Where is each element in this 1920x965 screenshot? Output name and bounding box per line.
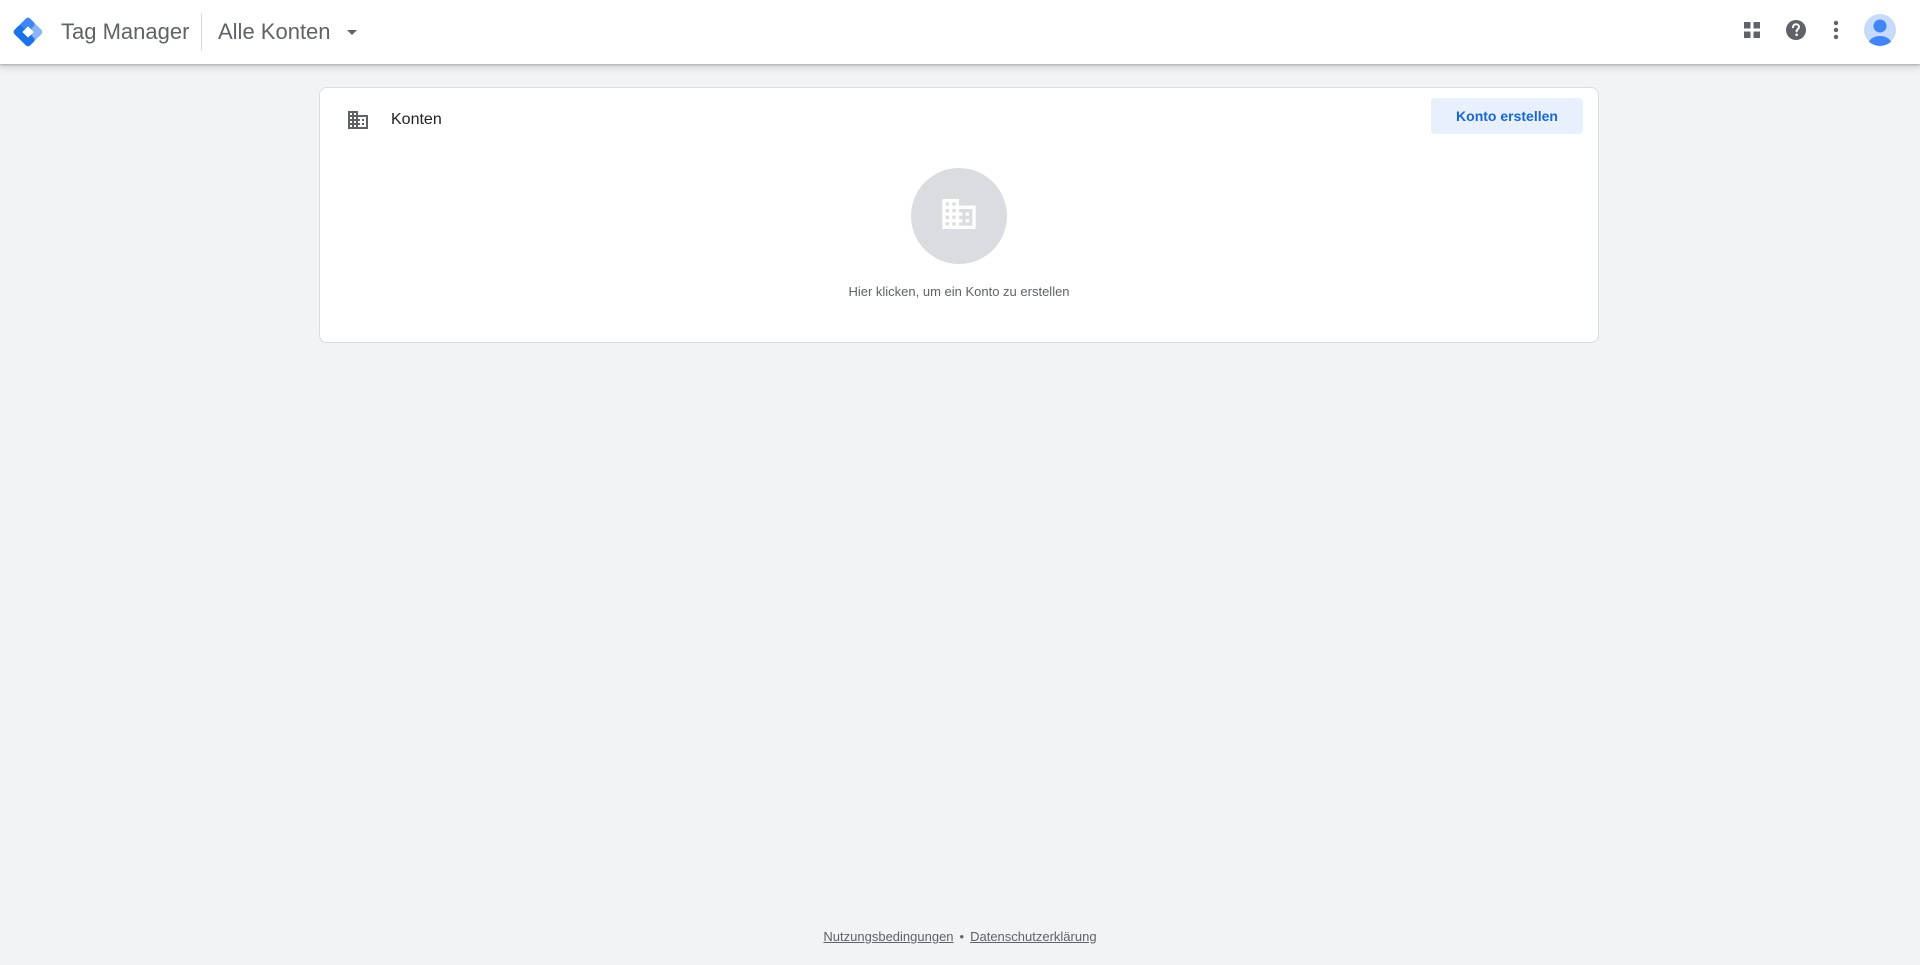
apps-grid-icon	[1744, 21, 1760, 43]
footer: Nutzungsbedingungen • Datenschutzerklärung	[0, 929, 1920, 945]
accounts-card: Konten Konto erstellen Hier klicken, um …	[319, 87, 1599, 343]
help-icon	[1785, 19, 1807, 46]
empty-state-text[interactable]: Hier klicken, um ein Konto zu erstellen	[320, 284, 1598, 300]
account-avatar-icon	[1863, 13, 1897, 52]
top-app-bar: Tag Manager Alle Konten	[0, 0, 1920, 64]
account-avatar-button[interactable]	[1860, 12, 1900, 52]
more-vert-icon	[1833, 20, 1839, 45]
card-title: Konten	[391, 111, 442, 128]
building-icon	[346, 108, 370, 132]
header-divider	[201, 14, 202, 50]
terms-link[interactable]: Nutzungsbedingungen	[823, 929, 953, 944]
empty-state-circle[interactable]	[911, 168, 1007, 264]
chevron-down-icon	[346, 29, 357, 35]
more-options-button[interactable]	[1816, 12, 1856, 52]
footer-separator: •	[959, 929, 965, 944]
apps-button[interactable]	[1732, 12, 1772, 52]
privacy-link[interactable]: Datenschutzerklärung	[970, 929, 1096, 944]
account-picker[interactable]: Alle Konten	[208, 12, 367, 52]
tag-manager-logo-icon[interactable]	[10, 14, 46, 50]
account-picker-label: Alle Konten	[218, 19, 331, 44]
help-button[interactable]	[1776, 12, 1816, 52]
building-icon	[939, 194, 979, 239]
product-name[interactable]: Tag Manager	[61, 18, 189, 46]
create-account-button[interactable]: Konto erstellen	[1431, 98, 1583, 134]
empty-state-create-account[interactable]: Hier klicken, um ein Konto zu erstellen	[320, 168, 1598, 300]
